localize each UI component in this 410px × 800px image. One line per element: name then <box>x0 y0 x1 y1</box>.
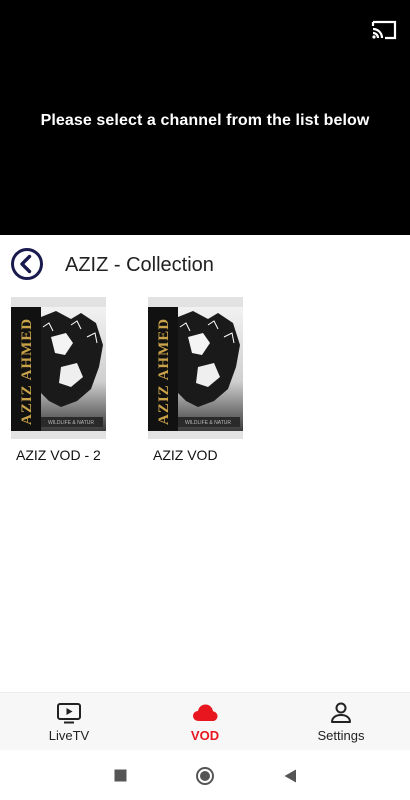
nav-label: Settings <box>317 728 365 743</box>
tv-icon <box>56 701 82 725</box>
nav-item-livetv[interactable]: LiveTV <box>19 693 119 751</box>
vod-title: AZIZ VOD - 2 <box>16 447 101 463</box>
vod-title: AZIZ VOD <box>153 447 218 463</box>
nav-item-settings[interactable]: Settings <box>291 693 391 751</box>
nav-label: LiveTV <box>48 728 90 743</box>
player-message: Please select a channel from the list be… <box>40 112 370 129</box>
poster-title: AZIZ AHMED <box>19 318 35 425</box>
person-icon <box>328 701 354 725</box>
nav-item-vod[interactable]: VOD <box>155 693 255 751</box>
cloud-icon <box>192 701 218 725</box>
nav-label: VOD <box>190 728 220 743</box>
poster-subtext: WILDLIFE & NATUR <box>48 420 94 426</box>
cast-icon[interactable] <box>370 18 398 42</box>
vod-poster: WILDLIFE & NATUR AZIZ AHMED <box>11 297 106 439</box>
circle-icon[interactable] <box>195 766 215 786</box>
video-player[interactable]: Please select a channel from the list be… <box>0 0 410 235</box>
page-title: AZIZ - Collection <box>65 254 214 276</box>
vod-card[interactable]: WILDLIFE & NATUR AZIZ AHMED AZIZ VOD - 2 <box>11 297 106 463</box>
vod-card[interactable]: WILDLIFE & NATUR AZIZ AHMED AZIZ VOD <box>148 297 243 463</box>
poster-title: AZIZ AHMED <box>156 318 172 425</box>
triangle-left-icon[interactable] <box>281 766 301 786</box>
bottom-nav: LiveTV VOD Settings <box>0 692 410 750</box>
vod-poster: WILDLIFE & NATUR AZIZ AHMED <box>148 297 243 439</box>
chevron-left-circle-icon[interactable] <box>10 247 44 281</box>
square-icon[interactable] <box>111 766 131 786</box>
system-nav-bar <box>0 750 410 800</box>
collection-header: AZIZ - Collection <box>0 235 410 293</box>
poster-subtext: WILDLIFE & NATUR <box>185 420 231 426</box>
